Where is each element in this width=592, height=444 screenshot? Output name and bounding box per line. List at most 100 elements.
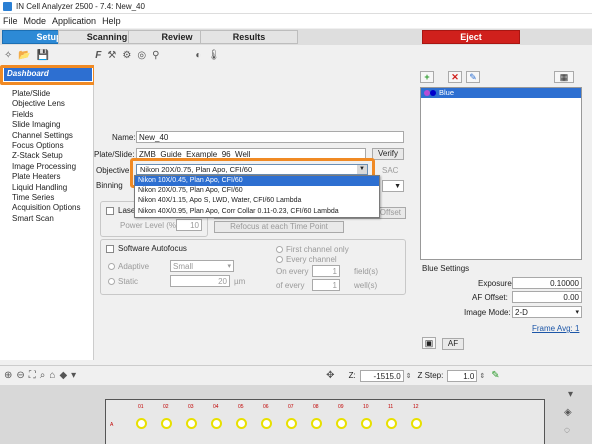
home-icon[interactable]: ⌂	[49, 370, 55, 381]
refocus-checkbox-row[interactable]: Refocus at each Time Point	[214, 221, 344, 233]
thermometer-icon[interactable]: 🌡	[207, 50, 220, 61]
z-spinner-icon[interactable]: ⇕	[406, 372, 412, 380]
well[interactable]	[136, 418, 147, 429]
adaptive-radio[interactable]	[108, 263, 115, 270]
well[interactable]	[336, 418, 347, 429]
objective-label: Objective	[96, 166, 130, 175]
setup-panel: Name: New_40 Plate/Slide: ZMB_Guide_Exam…	[94, 65, 412, 360]
static-input[interactable]: 20	[170, 275, 230, 287]
well[interactable]	[161, 418, 172, 429]
well[interactable]	[386, 418, 397, 429]
objective-option[interactable]: Nikon 20X/0.75, Plan Apo, CFI/60	[135, 186, 379, 196]
static-radio[interactable]	[108, 278, 115, 285]
tab-eject[interactable]: Eject	[422, 30, 520, 44]
nav-item-time-series[interactable]: Time Series	[12, 193, 80, 203]
exposure-input[interactable]: 0.10000	[512, 277, 582, 289]
save-icon[interactable]: 💾	[37, 50, 49, 61]
camera-icon[interactable]: ▣	[422, 337, 436, 349]
verify-button[interactable]: Verify	[372, 148, 404, 160]
zstep-spinner-icon[interactable]: ⇕	[479, 372, 485, 380]
nav-item-plate-slide[interactable]: Plate/Slide	[12, 89, 80, 99]
app-icon	[3, 2, 12, 11]
objective-option[interactable]: Nikon 40X/0.95, Plan Apo, Corr Collar 0.…	[135, 207, 379, 217]
menu-file[interactable]: File	[3, 16, 18, 26]
well[interactable]	[286, 418, 297, 429]
channel-list: Blue	[420, 87, 582, 260]
power-input[interactable]: 10	[176, 219, 202, 231]
new-icon[interactable]: ✧	[4, 50, 12, 61]
palette-icon[interactable]: ▦	[554, 71, 574, 83]
delete-channel-icon[interactable]: ✕	[448, 71, 462, 83]
nav-item-channel-settings[interactable]: Channel Settings	[12, 131, 80, 141]
z-input[interactable]: -1515.0	[359, 369, 404, 382]
column-label: 05	[238, 404, 244, 410]
objective-option[interactable]: Nikon 40X/1.15, Apo S, LWD, Water, CFI/6…	[135, 196, 379, 206]
well[interactable]	[411, 418, 422, 429]
zoom-fit-icon[interactable]: ⛶	[29, 370, 36, 381]
well[interactable]	[261, 418, 272, 429]
layers-icon[interactable]: ◆	[59, 370, 67, 381]
title-bar: IN Cell Analyzer 2500 - 7.4: New_40	[0, 0, 592, 14]
plate-tool-2-icon[interactable]: ◌	[564, 425, 570, 436]
plate-tool-icon[interactable]: ◈	[564, 407, 572, 418]
open-icon[interactable]: 📂	[18, 50, 30, 61]
nav-item-image-processing[interactable]: Image Processing	[12, 162, 80, 172]
light-icon[interactable]: ◐	[195, 50, 201, 61]
channel-row[interactable]: Blue	[421, 88, 581, 98]
af-offset-input[interactable]: 0.00	[512, 291, 582, 303]
well[interactable]	[186, 418, 197, 429]
af-button[interactable]: AF	[442, 338, 464, 350]
chevron-down-icon[interactable]: ▾	[568, 389, 573, 400]
every-channel-radio[interactable]	[276, 256, 283, 263]
menu-mode[interactable]: Mode	[24, 16, 47, 26]
well[interactable]	[311, 418, 322, 429]
move-icon[interactable]: ✥	[326, 370, 334, 381]
name-input[interactable]: New_40	[136, 131, 404, 143]
target-icon[interactable]: ◎	[137, 50, 146, 61]
font-icon[interactable]: F	[95, 50, 101, 61]
on-every-input[interactable]: 1	[312, 265, 340, 277]
adaptive-select[interactable]: Small ▾	[170, 260, 234, 272]
nav-item-liquid-handling[interactable]: Liquid Handling	[12, 183, 80, 193]
settings-icon[interactable]: ⚙	[122, 50, 131, 61]
nav-item-slide-imaging[interactable]: Slide Imaging	[12, 120, 80, 130]
menu-help[interactable]: Help	[102, 16, 121, 26]
nav-item-fields[interactable]: Fields	[12, 110, 80, 120]
plate-view[interactable]: A 01 02 03 04 05 06 07 08 09 10 11 12	[105, 399, 545, 444]
column-label: 12	[413, 404, 419, 410]
nav-item-plate-heaters[interactable]: Plate Heaters	[12, 172, 80, 182]
tab-results[interactable]: Results	[200, 30, 298, 44]
tool-icon[interactable]: ⚒	[107, 50, 116, 61]
window-title: IN Cell Analyzer 2500 - 7.4: New_40	[16, 2, 145, 11]
edit-channel-icon[interactable]: ✎	[466, 71, 480, 83]
magnifier-icon[interactable]: ⌕	[40, 370, 46, 381]
of-every-input[interactable]: 1	[312, 279, 340, 291]
first-channel-radio[interactable]	[276, 246, 283, 253]
nav-item-z-stack-setup[interactable]: Z-Stack Setup	[12, 151, 80, 161]
autofocus-checkbox[interactable]	[106, 245, 114, 253]
chevron-down-icon: ▼	[357, 165, 367, 174]
chevron-down-icon[interactable]: ▾	[71, 370, 76, 381]
menu-application[interactable]: Application	[52, 16, 96, 26]
nav-item-focus-options[interactable]: Focus Options	[12, 141, 80, 151]
add-channel-icon[interactable]: +	[420, 71, 434, 83]
well[interactable]	[236, 418, 247, 429]
zoom-in-icon[interactable]: ⊕	[4, 370, 12, 381]
nav-item-smart-scan[interactable]: Smart Scan	[12, 214, 80, 224]
zoom-out-icon[interactable]: ⊖	[16, 370, 24, 381]
pencil-icon[interactable]: ✎	[491, 370, 499, 381]
stage-icon[interactable]: ⚲	[152, 50, 159, 61]
frame-avg-link[interactable]: Frame Avg: 1	[532, 324, 579, 333]
objective-option[interactable]: Nikon 10X/0.45, Plan Apo, CFI/60	[135, 176, 379, 187]
nav-item-objective-lens[interactable]: Objective Lens	[12, 99, 80, 109]
image-mode-select[interactable]: 2-D ▾	[512, 306, 582, 318]
refocus-label: Refocus at each Time Point	[230, 222, 328, 231]
nav-item-acquisition-options[interactable]: Acquisition Options	[12, 203, 80, 213]
well[interactable]	[211, 418, 222, 429]
binning-select-tail[interactable]: ▼	[382, 180, 404, 192]
objective-select[interactable]: Nikon 20X/0.75, Plan Apo, CFI/60 ▼	[136, 164, 368, 175]
well[interactable]	[361, 418, 372, 429]
plate-label: Plate/Slide:	[94, 150, 135, 159]
zstep-input[interactable]: 1.0	[447, 369, 478, 382]
laser-checkbox[interactable]	[106, 207, 114, 215]
